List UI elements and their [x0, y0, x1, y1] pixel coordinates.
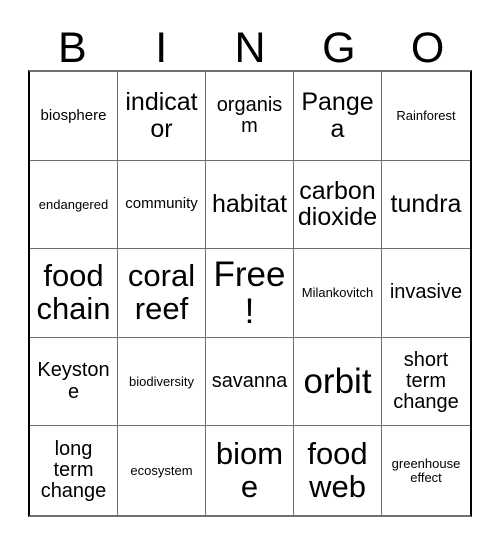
bingo-cell[interactable]: orbit [294, 337, 382, 427]
bingo-cell[interactable]: carbon dioxide [294, 160, 382, 250]
bingo-cell[interactable]: indicator [118, 72, 206, 161]
bingo-header: B I N G O [28, 18, 472, 70]
bingo-cell[interactable]: Milankovitch [294, 249, 382, 338]
bingo-cell[interactable]: Pangea [294, 72, 382, 161]
bingo-cell[interactable]: food chain [30, 249, 118, 338]
bingo-cell[interactable]: food web [294, 426, 382, 515]
bingo-header-letter-i: I [155, 24, 168, 72]
bingo-cell[interactable]: short term change [382, 338, 470, 427]
bingo-cell[interactable]: tundra [382, 161, 470, 250]
bingo-cell[interactable]: greenhouse effect [382, 426, 470, 515]
bingo-cell[interactable]: habitat [206, 160, 294, 250]
bingo-cell[interactable]: coral reef [118, 249, 206, 338]
bingo-header-letter-b: B [58, 24, 87, 72]
bingo-cell[interactable]: biodiversity [118, 337, 206, 427]
bingo-cell[interactable]: long term change [30, 426, 118, 515]
bingo-cell[interactable]: Keystone [30, 337, 118, 427]
bingo-header-letter-g: G [322, 24, 356, 72]
bingo-cell[interactable]: organism [206, 72, 294, 161]
bingo-cell-free[interactable]: Free! [206, 249, 294, 338]
bingo-cell[interactable]: biome [206, 426, 294, 515]
bingo-cell[interactable]: Rainforest [382, 72, 470, 161]
bingo-cell[interactable]: invasive [382, 249, 470, 338]
bingo-header-letter-o: O [410, 24, 445, 72]
bingo-cell[interactable]: endangered [30, 160, 118, 250]
bingo-card: B I N G O biosphere indicator organism Pang… [0, 0, 500, 544]
bingo-cell[interactable]: savanna [206, 337, 294, 427]
bingo-cell[interactable]: biosphere [30, 72, 118, 161]
bingo-cell[interactable]: ecosystem [118, 426, 206, 515]
bingo-grid: biosphere indicator organism Pangea Rainfore… [28, 70, 472, 517]
bingo-cell[interactable]: community [118, 160, 206, 250]
bingo-header-letter-n: N [234, 24, 266, 72]
